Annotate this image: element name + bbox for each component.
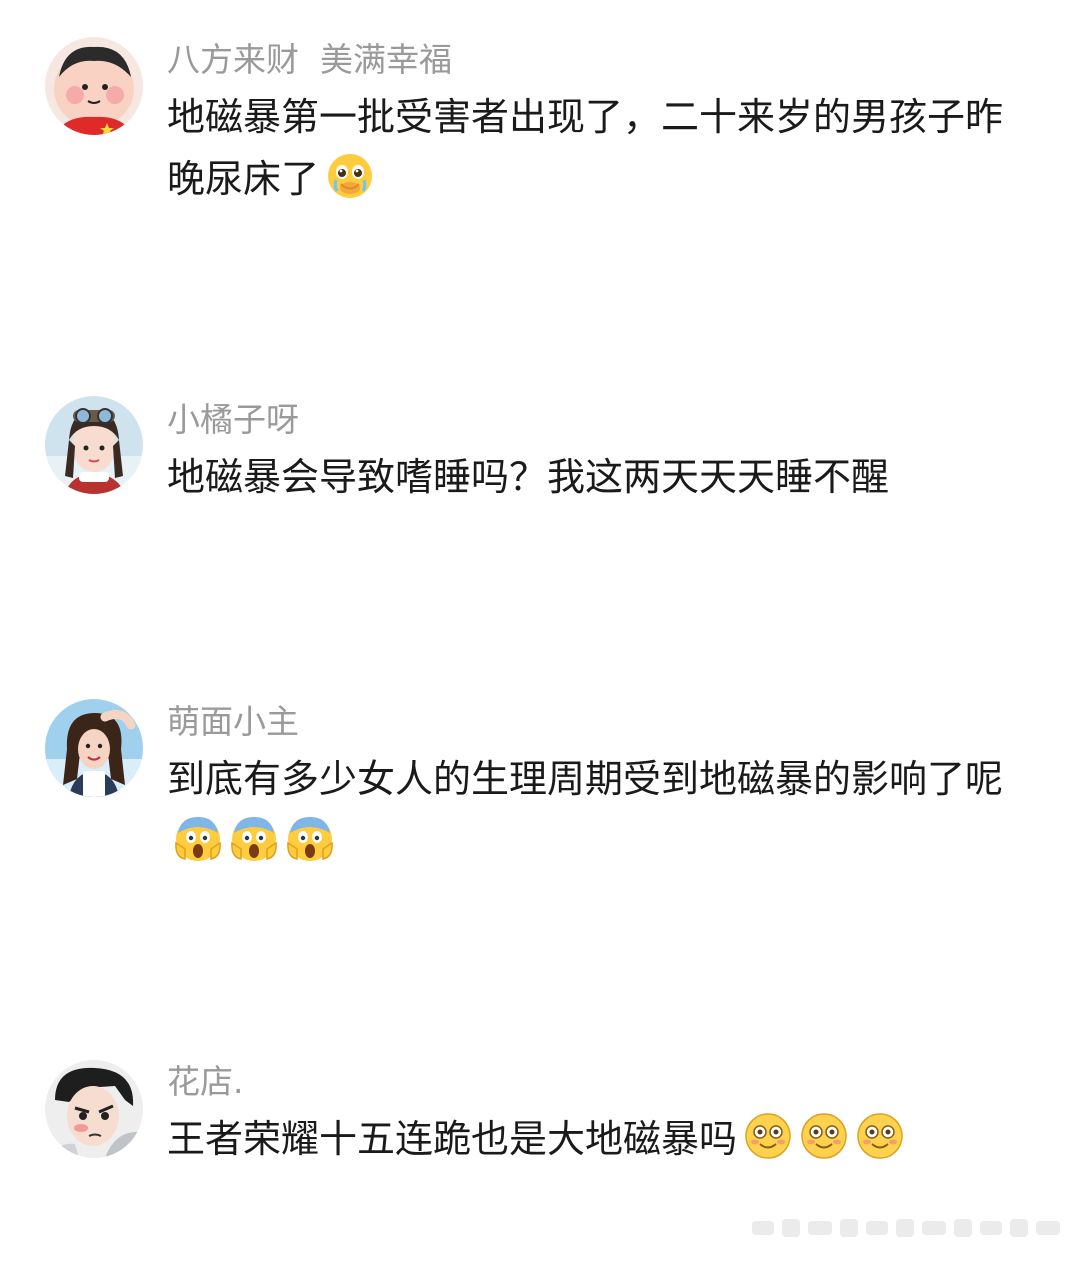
avatar[interactable] — [45, 699, 143, 797]
comment-text-content: 地磁暴会导致嗜睡吗？我这两天天天睡不醒 — [167, 455, 890, 499]
screaming-face-icon — [229, 813, 279, 863]
username[interactable]: 小橘子呀 — [167, 400, 299, 440]
comment-text: 到底有多少女人的生理周期受到地磁暴的影响了呢 — [167, 748, 1017, 872]
flushed-smile-icon — [855, 1111, 905, 1161]
username[interactable]: 花店. — [167, 1062, 244, 1102]
username[interactable]: 八方来财 美满幸福 — [167, 40, 452, 80]
comment-text: 王者荣耀十五连跪也是大地磁暴吗 — [167, 1108, 1017, 1170]
comment-text-content: 地磁暴第一批受害者出现了，二十来岁的男孩子昨晚尿床了 — [167, 95, 1004, 201]
cartoon-boy-icon — [45, 37, 143, 135]
screaming-face-icon — [285, 813, 335, 863]
pleading-face-icon — [325, 151, 375, 201]
username[interactable]: 萌面小主 — [167, 702, 299, 742]
avatar[interactable] — [45, 396, 143, 494]
comment-text: 地磁暴会导致嗜睡吗？我这两天天天睡不醒 — [167, 446, 1017, 508]
comment-text-content: 到底有多少女人的生理周期受到地磁暴的影响了呢 — [167, 757, 1004, 801]
flushed-smile-icon — [799, 1111, 849, 1161]
avatar[interactable] — [45, 1060, 143, 1158]
screaming-face-icon — [173, 813, 223, 863]
flushed-smile-icon — [743, 1111, 793, 1161]
comment-text-content: 王者荣耀十五连跪也是大地磁暴吗 — [167, 1117, 738, 1161]
avatar[interactable] — [45, 37, 143, 135]
girl-goggles-icon — [45, 396, 143, 494]
anime-boy-icon — [45, 1060, 143, 1158]
comment-text: 地磁暴第一批受害者出现了，二十来岁的男孩子昨晚尿床了 — [167, 86, 1017, 210]
girl-portrait-icon — [45, 699, 143, 797]
watermark — [742, 1211, 1072, 1245]
